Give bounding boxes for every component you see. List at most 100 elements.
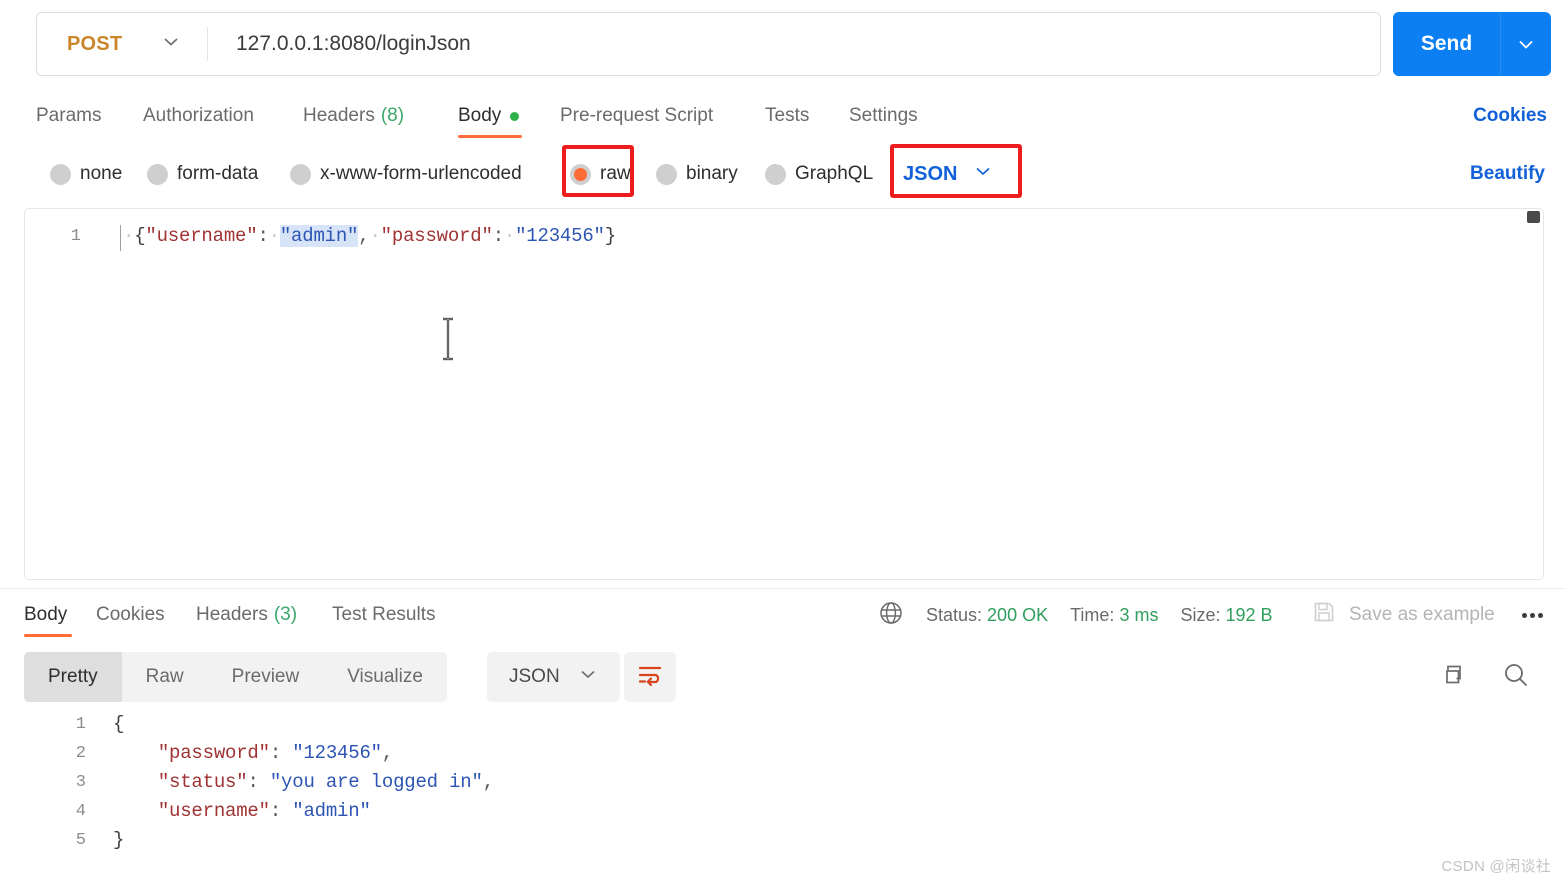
globe-icon (878, 600, 904, 631)
dot-icon (1530, 612, 1535, 618)
beautify-button[interactable]: Beautify (1470, 150, 1545, 198)
http-method-selector[interactable]: POST (37, 13, 207, 75)
tab-body[interactable]: Body (458, 92, 522, 140)
response-headers-count: (3) (273, 604, 298, 625)
response-status-group: Status: 200 OK Time: 3 ms Size: 192 B (878, 589, 1273, 641)
line-number: 1 (75, 715, 86, 734)
response-more-options-button[interactable] (1522, 589, 1546, 641)
copy-response-button[interactable] (1434, 652, 1474, 702)
response-code-line: } (113, 829, 125, 851)
body-type-graphql[interactable]: GraphQL (765, 150, 873, 198)
request-url-bar: POST Send (0, 0, 1565, 88)
body-type-label: binary (686, 163, 738, 184)
tab-label: Cookies (96, 604, 165, 625)
view-mode-label: Visualize (347, 666, 423, 687)
response-body-viewer[interactable]: 1 2 3 4 5 { "password": "123456", "statu… (0, 710, 1565, 870)
send-button[interactable]: Send (1393, 12, 1500, 76)
body-type-label: none (80, 163, 123, 184)
time-label: Time: (1070, 604, 1115, 625)
radio-icon (765, 163, 786, 185)
response-code-line: "status": "you are logged in", (157, 771, 494, 793)
send-button-group: Send (1393, 12, 1551, 76)
response-view-mode-group: Pretty Raw Preview Visualize (24, 652, 447, 702)
radio-icon (656, 163, 677, 185)
request-body-editor[interactable]: 1 ·{"username":·"admin",·"password":·"12… (24, 208, 1544, 580)
search-icon (1502, 661, 1530, 694)
response-format-label: JSON (509, 666, 560, 687)
tab-label: Test Results (332, 604, 436, 625)
tab-label: Authorization (143, 105, 254, 126)
text-cursor-icon (440, 317, 456, 361)
size-value: 192 B (1225, 604, 1273, 625)
line-number: 2 (75, 744, 86, 763)
line-number: 5 (75, 831, 86, 850)
save-as-example-label: Save as example (1349, 604, 1495, 625)
body-type-raw[interactable]: raw (570, 150, 631, 198)
tab-headers[interactable]: Headers (8) (303, 92, 404, 140)
view-mode-label: Raw (145, 666, 184, 687)
http-method-label: POST (67, 32, 123, 55)
request-code-area[interactable]: 1 ·{"username":·"admin",·"password":·"12… (25, 209, 1543, 579)
body-type-binary[interactable]: binary (656, 150, 738, 198)
send-options-button[interactable] (1501, 12, 1551, 76)
copy-icon (1441, 662, 1467, 693)
tab-params[interactable]: Params (36, 92, 101, 140)
radio-icon (570, 163, 591, 185)
response-tab-cookies[interactable]: Cookies (96, 589, 165, 641)
body-type-none[interactable]: none (50, 150, 122, 198)
body-type-label: form-data (177, 163, 259, 184)
request-code-line: ·{"username":·"admin",·"password":·"1234… (123, 225, 616, 247)
body-type-label: x-www-form-urlencoded (320, 163, 522, 184)
line-number: 3 (75, 773, 86, 792)
wrap-lines-button[interactable] (624, 652, 676, 702)
size-text: Size: 192 B (1180, 605, 1272, 626)
view-mode-label: Preview (231, 666, 300, 687)
tab-authorization[interactable]: Authorization (143, 92, 254, 140)
cookies-link[interactable]: Cookies (1473, 92, 1547, 140)
tab-label: Headers (303, 105, 375, 126)
view-mode-label: Pretty (48, 666, 98, 687)
tab-label: Settings (849, 105, 918, 126)
response-tab-body[interactable]: Body (24, 589, 72, 641)
request-editor-scrollbar[interactable] (1527, 211, 1540, 223)
line-number: 1 (70, 227, 81, 246)
status-label: Status: (926, 604, 983, 625)
response-tab-test-results[interactable]: Test Results (332, 589, 435, 641)
body-type-x-www-form-urlencoded[interactable]: x-www-form-urlencoded (290, 150, 522, 198)
search-response-button[interactable] (1496, 652, 1536, 702)
view-mode-preview[interactable]: Preview (208, 652, 324, 702)
tab-label: Body (24, 604, 68, 625)
response-toolbar: Pretty Raw Preview Visualize JSON (0, 650, 1565, 706)
body-type-form-data[interactable]: form-data (147, 150, 258, 198)
view-mode-pretty[interactable]: Pretty (24, 652, 122, 702)
chevron-down-icon (973, 161, 993, 187)
tab-tests[interactable]: Tests (765, 92, 809, 140)
tab-label: Headers (196, 604, 268, 625)
request-format-selector[interactable]: JSON (903, 150, 993, 198)
response-format-selector[interactable]: JSON (487, 652, 620, 702)
tab-settings[interactable]: Settings (849, 92, 918, 140)
request-tab-bar: Params Authorization Headers (8) Body Pr… (0, 92, 1565, 140)
response-tab-headers[interactable]: Headers (3) (196, 589, 297, 641)
wrap-text-icon (637, 663, 663, 692)
body-type-label: raw (600, 163, 631, 184)
request-format-label: JSON (903, 162, 958, 185)
save-icon (1312, 600, 1336, 630)
save-as-example-button[interactable]: Save as example (1312, 589, 1495, 641)
tab-label: Pre-request Script (560, 105, 714, 126)
body-modified-dot-icon (510, 111, 520, 121)
radio-icon (50, 163, 71, 185)
view-mode-raw[interactable]: Raw (122, 652, 208, 702)
line-number: 4 (75, 802, 86, 821)
tab-active-underline (458, 135, 522, 138)
status-value: 200 OK (987, 604, 1049, 625)
size-label: Size: (1180, 604, 1221, 625)
body-type-row: none form-data x-www-form-urlencoded raw… (0, 144, 1565, 198)
tab-pre-request-script[interactable]: Pre-request Script (560, 92, 713, 140)
response-code-line: "password": "123456", (157, 742, 394, 764)
response-code-line: { (113, 713, 125, 735)
view-mode-visualize[interactable]: Visualize (323, 652, 447, 702)
url-input[interactable] (208, 13, 1380, 75)
chevron-down-icon (578, 664, 598, 690)
response-code-line: "username": "admin" (157, 800, 371, 822)
